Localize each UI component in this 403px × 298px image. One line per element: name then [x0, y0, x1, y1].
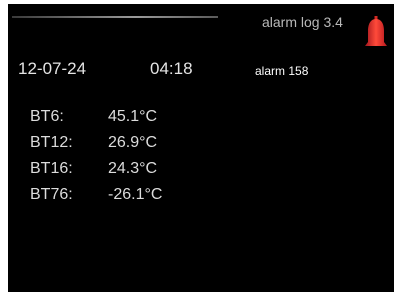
alarm-bell-icon: [365, 16, 387, 46]
sensor-value: 26.9°C: [108, 134, 158, 151]
page-title: alarm log 3.4: [262, 14, 343, 30]
sensor-label: BT12:: [30, 134, 73, 151]
alarm-date: 12-07-24: [18, 59, 87, 78]
sensor-label: BT16:: [30, 160, 73, 177]
alarm-time: 04:18: [150, 59, 193, 78]
sensor-label: BT6:: [30, 108, 64, 125]
sensor-label: BT76:: [30, 186, 73, 203]
display-screen: alarm log 3.4 12-07-24 04:18 alarm 158 B…: [8, 4, 394, 292]
sensor-value: 45.1°C: [108, 108, 158, 125]
sensor-value: 24.3°C: [108, 160, 158, 177]
alarm-code: alarm 158: [255, 64, 309, 78]
title-underline: [12, 16, 218, 18]
sensor-value: -26.1°C: [108, 186, 163, 203]
